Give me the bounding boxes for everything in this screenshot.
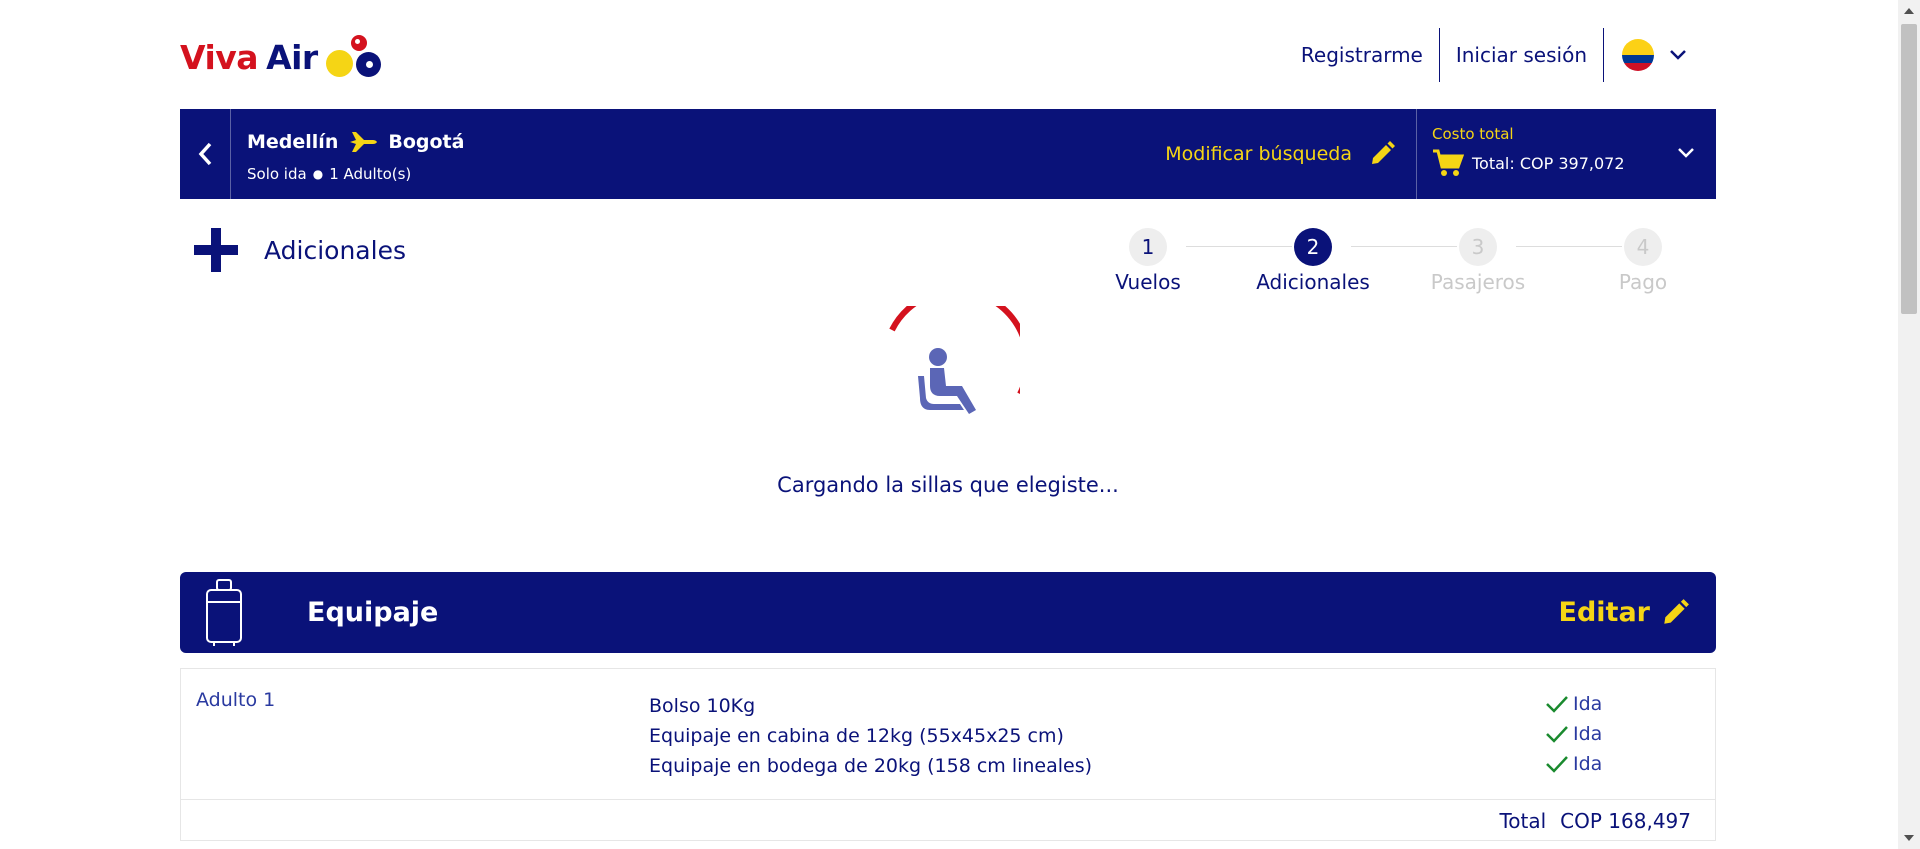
edit-label: Editar xyxy=(1558,597,1650,628)
logo-air-text: Air xyxy=(266,38,318,77)
route-summary: Medellín Bogotá Solo ida ● 1 Adulto(s) xyxy=(231,109,1165,199)
loading-message: Cargando la sillas que elegiste... xyxy=(777,473,1119,497)
total-label: Total xyxy=(1499,808,1547,833)
suitcase-icon xyxy=(206,578,242,646)
step-label: Pago xyxy=(1618,270,1668,294)
viva-air-logo[interactable]: Viva Air xyxy=(180,28,382,78)
step-vuelos[interactable]: 1 Vuelos xyxy=(1088,228,1208,294)
check-icon xyxy=(1546,696,1568,713)
step-label: Vuelos xyxy=(1115,270,1181,294)
list-item: Bolso 10Kg xyxy=(649,695,756,717)
list-item: Equipaje en bodega de 20kg (158 cm linea… xyxy=(649,755,1093,777)
baggage-title: Equipaje xyxy=(307,597,439,628)
baggage-status-list: Ida Ida Ida xyxy=(1545,689,1602,779)
chevron-down-icon xyxy=(1678,148,1694,158)
seat-icon xyxy=(918,348,976,414)
step-number: 4 xyxy=(1624,228,1662,266)
plane-icon xyxy=(350,132,378,152)
chevron-left-icon xyxy=(198,142,212,166)
total-cost-value: Total: COP 397,072 xyxy=(1472,153,1625,173)
top-nav: Registrarme Iniciar sesión xyxy=(1285,28,1688,82)
trip-type: Solo ida xyxy=(247,165,307,183)
total-value: COP 168,497 xyxy=(1560,808,1691,833)
step-adicionales[interactable]: 2 Adicionales xyxy=(1253,228,1373,294)
direction-label: Ida xyxy=(1573,693,1603,715)
step-label: Pasajeros xyxy=(1430,270,1526,294)
scrollbar-thumb[interactable] xyxy=(1901,24,1917,314)
country-selector[interactable] xyxy=(1604,39,1688,71)
baggage-table: Adulto 1 Bolso 10Kg Equipaje en cabina d… xyxy=(180,668,1716,841)
section-header: Adicionales xyxy=(194,228,406,272)
baggage-section-header: Equipaje Editar xyxy=(180,572,1716,653)
bullet-separator: ● xyxy=(312,167,324,181)
section-title: Adicionales xyxy=(264,235,406,265)
page: Viva Air Registrarme Iniciar sesión Mede… xyxy=(0,0,1898,849)
modify-search-button[interactable]: Modificar búsqueda xyxy=(1165,109,1416,199)
passenger-name: Adulto 1 xyxy=(196,689,276,711)
spinner-arc xyxy=(889,306,1020,394)
logo-viva-text: Viva xyxy=(180,38,259,77)
progress-stepper: 1 Vuelos 2 Adicionales 3 Pasajeros 4 Pag… xyxy=(1088,228,1748,294)
check-icon xyxy=(1546,756,1568,773)
modify-search-label: Modificar búsqueda xyxy=(1165,143,1352,165)
step-pasajeros: 3 Pasajeros xyxy=(1418,228,1538,294)
direction-label: Ida xyxy=(1573,723,1603,745)
step-number: 1 xyxy=(1129,228,1167,266)
table-row: Adulto 1 Bolso 10Kg Equipaje en cabina d… xyxy=(181,669,1715,799)
list-item: Equipaje en cabina de 12kg (55x45x25 cm) xyxy=(649,725,1064,747)
destination-city: Bogotá xyxy=(388,131,465,153)
edit-baggage-button[interactable]: Editar xyxy=(1559,597,1690,628)
logo-dots-icon xyxy=(325,32,382,78)
register-link[interactable]: Registrarme xyxy=(1285,28,1439,82)
pencil-icon xyxy=(1664,598,1689,624)
direction-label: Ida xyxy=(1573,753,1603,775)
total-cost-label: Costo total xyxy=(1432,125,1514,143)
origin-city: Medellín xyxy=(247,131,339,153)
scroll-up-arrow[interactable] xyxy=(1898,0,1920,22)
pencil-icon xyxy=(1372,141,1395,164)
colombia-flag-icon xyxy=(1622,39,1654,71)
step-pago: 4 Pago xyxy=(1583,228,1703,294)
step-number: 3 xyxy=(1459,228,1497,266)
chevron-down-icon xyxy=(1670,50,1686,60)
total-cost-dropdown[interactable]: Costo total Total: COP 397,072 xyxy=(1416,109,1716,199)
search-summary-bar: Medellín Bogotá Solo ida ● 1 Adulto(s) M… xyxy=(180,109,1716,199)
step-label: Adicionales xyxy=(1256,270,1370,294)
back-button[interactable] xyxy=(180,109,231,199)
baggage-total-row: Total COP 168,497 xyxy=(181,799,1715,841)
login-link[interactable]: Iniciar sesión xyxy=(1440,28,1603,82)
loading-spinner xyxy=(889,306,1020,414)
scroll-down-arrow[interactable] xyxy=(1898,827,1920,849)
check-icon xyxy=(1546,726,1568,743)
passenger-count: 1 Adulto(s) xyxy=(329,165,412,183)
baggage-items-list: Bolso 10Kg Equipaje en cabina de 12kg (5… xyxy=(649,691,1092,781)
plus-icon xyxy=(194,228,238,272)
vertical-scrollbar[interactable] xyxy=(1898,0,1920,849)
step-number: 2 xyxy=(1294,228,1332,266)
cart-icon xyxy=(1433,149,1464,176)
